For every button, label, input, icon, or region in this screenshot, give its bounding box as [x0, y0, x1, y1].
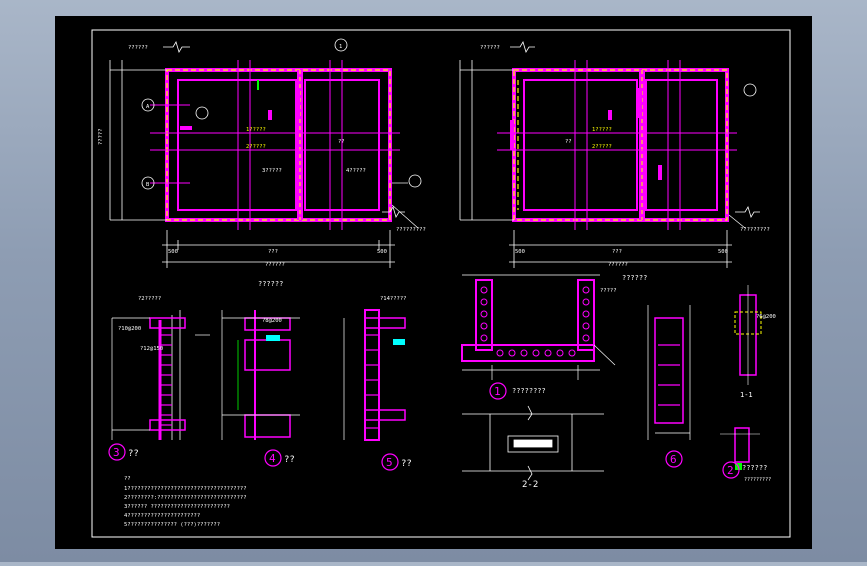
notes-line-1: 1???????????????????????????????????? [124, 486, 247, 492]
section-header: ?????? [622, 274, 647, 282]
plan-left-label-c: 3????? [262, 168, 282, 174]
notes-line-4: 4?????????????????????? [124, 513, 200, 519]
rebar-label-5: ?14????? [380, 296, 407, 302]
plan-right-callout: ????????? [740, 227, 770, 233]
plan-left-label-d: 4????? [346, 168, 366, 174]
plan-left-title: ?????? [128, 45, 148, 51]
detail-1-num: 1 [494, 385, 501, 398]
drawing-viewport: ?????? ?????? 500 ??? 500 ?? ????? A B 1… [0, 0, 867, 562]
section-2-2-title: 2-2 [522, 480, 538, 490]
rebar-label-7: ?6@200 [756, 314, 776, 320]
detail-4-top: ?????? [258, 280, 283, 288]
rebar-label-3: ?12@150 [140, 346, 163, 352]
detail-3-num: 3 [113, 446, 120, 459]
plan-right-label-a: 1????? [592, 127, 612, 133]
detail-2-title: ?????? [742, 464, 767, 472]
notes-line-5: 5??????????????? (???)??????? [124, 522, 220, 528]
axis-label-1: 1 [339, 44, 342, 50]
rebar-label-4: ?8@200 [262, 318, 282, 324]
plan-right-dim-right: 500 [718, 249, 728, 255]
detail-4-title: ?? [284, 455, 295, 465]
plan-left-dim-total: ?????? [265, 262, 285, 268]
plan-right-dim-mid: ??? [612, 249, 622, 255]
detail-4-num: 4 [269, 452, 276, 465]
notes-line-2: 2????????:??????????????????????????? [124, 495, 247, 501]
notes-heading: ?? [124, 476, 131, 482]
plan-left-dim-mid: ??? [268, 249, 278, 255]
plan-left-side-total: ????? [98, 128, 104, 145]
plan-right-room: ?? [565, 139, 572, 145]
rebar-label-1: ?2????? [138, 296, 161, 302]
cad-drawing: ?????? ?????? 500 ??? 500 ?? ????? A B 1… [55, 16, 812, 549]
plan-right-dim-total: ?????? [608, 262, 628, 268]
plan-left-callout: ????????? [396, 227, 426, 233]
notes-line-3: 3?????? ???????????????????????? [124, 504, 230, 510]
plan-left-label-a: 1????? [246, 127, 266, 133]
detail-3-title: ?? [128, 449, 139, 459]
plan-left-dim-left: 500 [168, 249, 178, 255]
detail-1-title: ???????? [512, 387, 546, 395]
plan-right-label-b: 2????? [592, 144, 612, 150]
detail-2-sub: ????????? [744, 477, 771, 483]
rebar-label-6: ????? [600, 288, 617, 294]
detail-5-title: ?? [401, 459, 412, 469]
plan-left-room: ?? [338, 139, 345, 145]
section-1-1-title: 1-1 [740, 391, 753, 399]
plan-right-title: ?????? [480, 45, 500, 51]
plan-left-label-b: 2????? [246, 144, 266, 150]
detail-5-num: 5 [386, 456, 393, 469]
detail-6-num: 6 [670, 453, 677, 466]
rebar-label-2: ?10@200 [118, 326, 141, 332]
plan-right-dim-left: 500 [515, 249, 525, 255]
plan-left-dim-right: 500 [377, 249, 387, 255]
detail-2-num: 2 [727, 464, 734, 477]
